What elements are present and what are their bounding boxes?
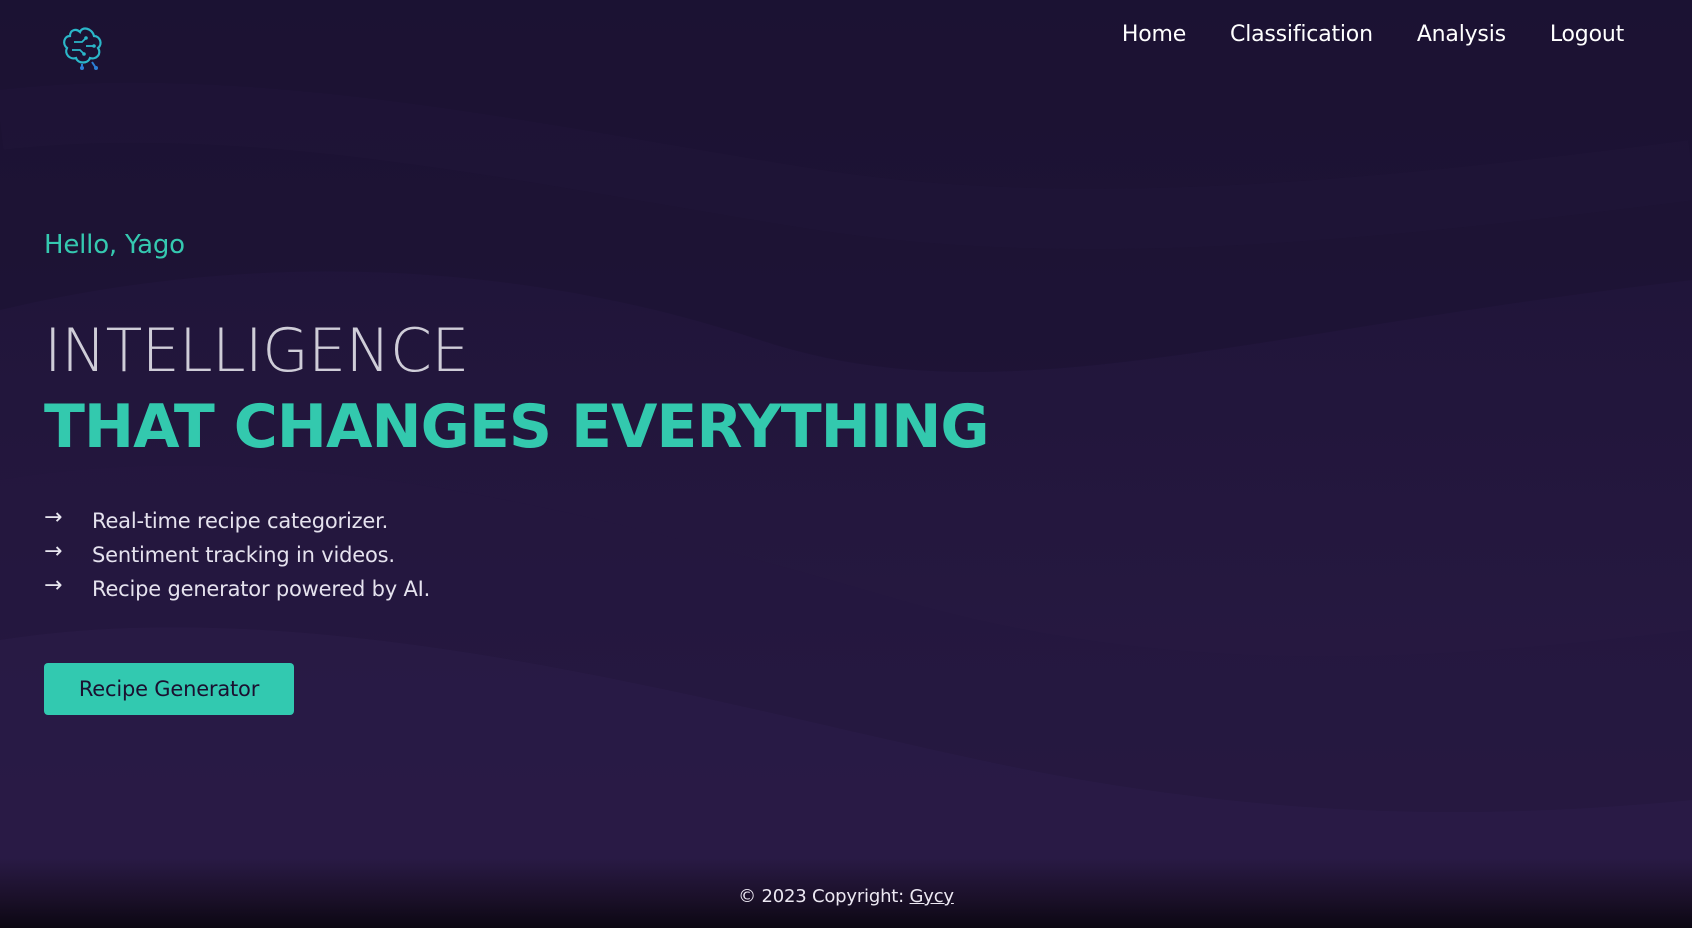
feature-text: Real-time recipe categorizer. (92, 509, 389, 533)
hero-section: Hello, Yago INTELLIGENCE THAT CHANGES EV… (44, 230, 990, 715)
arrow-right-icon: → (44, 539, 63, 564)
arrow-right-icon: → (44, 573, 63, 598)
brain-circuit-icon[interactable] (56, 18, 108, 70)
feature-item: → Recipe generator powered by AI. (44, 572, 430, 606)
nav-links: Home Classification Analysis Logout (1078, 22, 1624, 47)
feature-list: → Real-time recipe categorizer. → Sentim… (44, 504, 430, 606)
nav-home-link[interactable]: Home (1122, 22, 1186, 47)
feature-item: → Sentiment tracking in videos. (44, 538, 430, 572)
feature-text: Sentiment tracking in videos. (92, 543, 395, 567)
footer-author-link[interactable]: Gycy (910, 886, 955, 907)
feature-item: → Real-time recipe categorizer. (44, 504, 430, 538)
nav-analysis-link[interactable]: Analysis (1417, 22, 1506, 47)
footer: © 2023 Copyright: Gycy (0, 858, 1692, 928)
nav-logout-link[interactable]: Logout (1550, 22, 1624, 47)
feature-text: Recipe generator powered by AI. (92, 577, 431, 601)
recipe-generator-button[interactable]: Recipe Generator (44, 663, 294, 715)
copyright-label: © 2023 Copyright: (738, 886, 910, 907)
top-navbar: Home Classification Analysis Logout (0, 0, 1692, 78)
headline-line-1: INTELLIGENCE (44, 316, 469, 386)
background-waves (0, 0, 1692, 928)
greeting-text: Hello, Yago (44, 230, 185, 260)
headline-line-2: THAT CHANGES EVERYTHING (44, 392, 990, 462)
nav-classification-link[interactable]: Classification (1230, 22, 1373, 47)
copyright-text: © 2023 Copyright: Gycy (0, 886, 1692, 907)
arrow-right-icon: → (44, 505, 63, 530)
